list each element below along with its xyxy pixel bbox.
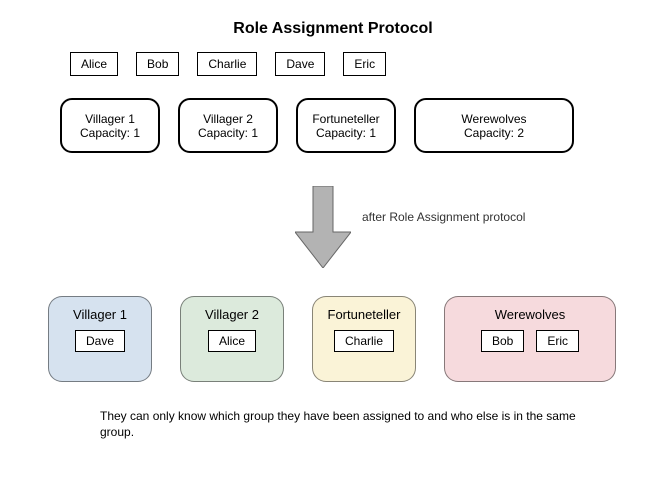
transition-label: after Role Assignment protocol: [362, 210, 525, 224]
roles-after-row: Villager 1 Dave Villager 2 Alice Fortunetell…: [48, 296, 616, 382]
role-before-box: WerewolvesCapacity: 2: [414, 98, 574, 153]
role-name: Fortuneteller: [312, 112, 379, 126]
assigned-members: Dave: [75, 330, 125, 352]
role-capacity: Capacity: 2: [464, 126, 524, 140]
member-chip: Bob: [481, 330, 524, 352]
role-name: Villager 2: [205, 307, 259, 322]
role-capacity: Capacity: 1: [80, 126, 140, 140]
player-box: Eric: [343, 52, 386, 76]
role-after-box: Villager 2 Alice: [180, 296, 284, 382]
player-box: Alice: [70, 52, 118, 76]
role-after-box: Fortuneteller Charlie: [312, 296, 416, 382]
member-chip: Eric: [536, 330, 579, 352]
role-name: Villager 1: [85, 112, 135, 126]
player-box: Charlie: [197, 52, 257, 76]
role-before-box: FortunetellerCapacity: 1: [296, 98, 396, 153]
role-name: Villager 1: [73, 307, 127, 322]
member-chip: Dave: [75, 330, 125, 352]
role-after-box: Villager 1 Dave: [48, 296, 152, 382]
role-name: Villager 2: [203, 112, 253, 126]
role-after-box: Werewolves Bob Eric: [444, 296, 616, 382]
players-row: Alice Bob Charlie Dave Eric: [70, 52, 386, 76]
footnote-text: They can only know which group they have…: [100, 408, 580, 440]
assigned-members: Bob Eric: [481, 330, 579, 352]
diagram-title: Role Assignment Protocol: [0, 20, 666, 38]
role-capacity: Capacity: 1: [316, 126, 376, 140]
assigned-members: Alice: [208, 330, 256, 352]
role-name: Fortuneteller: [328, 307, 401, 322]
arrow-down-icon: [295, 186, 351, 271]
role-name: Werewolves: [461, 112, 526, 126]
role-capacity: Capacity: 1: [198, 126, 258, 140]
role-before-box: Villager 1Capacity: 1: [60, 98, 160, 153]
member-chip: Alice: [208, 330, 256, 352]
role-before-box: Villager 2Capacity: 1: [178, 98, 278, 153]
assigned-members: Charlie: [334, 330, 394, 352]
roles-before-row: Villager 1Capacity: 1Villager 2Capacity:…: [60, 98, 574, 153]
player-box: Bob: [136, 52, 179, 76]
member-chip: Charlie: [334, 330, 394, 352]
player-box: Dave: [275, 52, 325, 76]
role-name: Werewolves: [495, 307, 566, 322]
